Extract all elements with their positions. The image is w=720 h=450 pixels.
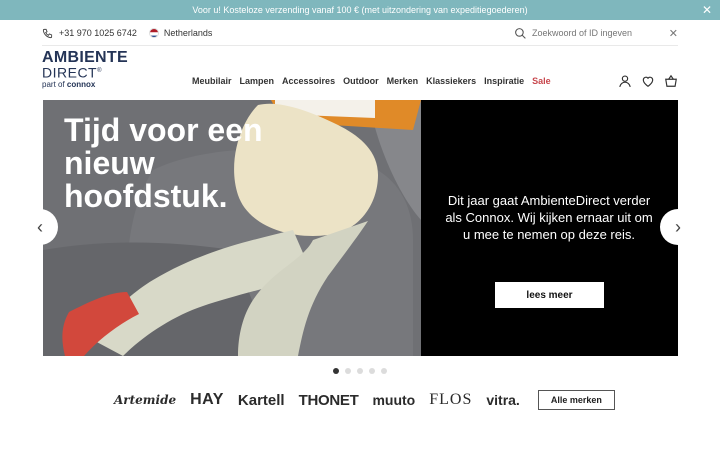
hero-text: Dit jaar gaat AmbienteDirect verder als … [445, 193, 653, 242]
main-nav: Meubilair Lampen Accessoires Outdoor Mer… [192, 76, 551, 86]
carousel-dot[interactable] [333, 368, 339, 374]
logo-trademark: ® [97, 68, 103, 74]
logo-subline-brand: connox [66, 79, 96, 89]
brand-artemide[interactable]: Artemide [114, 393, 176, 407]
nav-item-merken[interactable]: Merken [387, 76, 419, 86]
brand-vitra[interactable]: vitra. [486, 392, 519, 408]
country-selector[interactable]: Netherlands [148, 28, 213, 38]
account-icon[interactable] [618, 74, 632, 88]
header-actions [618, 74, 678, 88]
logo[interactable]: AMBIENTE DIRECT® part of connox [42, 49, 134, 90]
basket-icon[interactable] [664, 74, 678, 88]
search-input[interactable] [532, 28, 652, 38]
carousel-dot[interactable] [345, 368, 351, 374]
nav-item-klassiekers[interactable]: Klassiekers [426, 76, 476, 86]
phone-number: +31 970 1025 6742 [59, 28, 137, 38]
brand-flos[interactable]: FLOS [429, 391, 472, 409]
nav-item-lampen[interactable]: Lampen [240, 76, 275, 86]
hero-slider: Tijd voor een nieuw hoofdstuk. Dit jaar … [43, 100, 678, 356]
country-label: Netherlands [163, 28, 213, 38]
nav-item-accessoires[interactable]: Accessoires [282, 76, 335, 86]
brand-kartell[interactable]: Kartell [238, 392, 285, 409]
carousel-dot[interactable] [381, 368, 387, 374]
close-icon[interactable]: ✕ [700, 3, 714, 17]
phone-icon [42, 28, 53, 38]
promo-banner: Voor u! Kosteloze verzending vanaf 100 €… [0, 0, 720, 20]
logo-subline: part of connox [42, 80, 134, 90]
hero-title: Tijd voor een nieuw hoofdstuk. [64, 112, 263, 214]
logo-line-2-text: DIRECT [42, 64, 98, 81]
utility-bar: +31 970 1025 6742 Netherlands ✕ [42, 24, 678, 42]
phone-link[interactable]: +31 970 1025 6742 [42, 28, 137, 39]
logo-line-1: AMBIENTE [42, 49, 128, 66]
carousel-dot[interactable] [357, 368, 363, 374]
brand-strip: Artemide HAY Kartell THONET muuto FLOS v… [114, 390, 615, 410]
promo-text: Voor u! Kosteloze verzending vanaf 100 €… [192, 5, 528, 15]
heart-icon[interactable] [641, 74, 655, 88]
hero-panel: Dit jaar gaat AmbienteDirect verder als … [421, 100, 678, 356]
search-bar: ✕ [514, 24, 678, 42]
netherlands-flag-icon [148, 28, 159, 38]
chevron-right-icon[interactable]: › [660, 209, 696, 245]
brand-hay[interactable]: HAY [190, 391, 224, 409]
lees-meer-button[interactable]: lees meer [495, 282, 604, 308]
chevron-left-icon[interactable]: ‹ [22, 209, 58, 245]
nav-item-meubilair[interactable]: Meubilair [192, 76, 232, 86]
nav-item-sale[interactable]: Sale [532, 76, 551, 86]
carousel-dots [0, 368, 720, 374]
brand-thonet[interactable]: THONET [299, 392, 359, 409]
search-icon[interactable] [514, 27, 527, 40]
nav-item-outdoor[interactable]: Outdoor [343, 76, 379, 86]
all-brands-button[interactable]: Alle merken [537, 390, 615, 410]
logo-line-2: DIRECT® [42, 65, 134, 80]
carousel-dot[interactable] [369, 368, 375, 374]
close-icon[interactable]: ✕ [669, 27, 678, 40]
nav-item-inspiratie[interactable]: Inspiratie [484, 76, 524, 86]
logo-subline-prefix: part of [42, 79, 65, 89]
hero-image: Tijd voor een nieuw hoofdstuk. [43, 100, 421, 356]
brand-muuto[interactable]: muuto [372, 392, 415, 408]
header-divider [42, 45, 678, 46]
